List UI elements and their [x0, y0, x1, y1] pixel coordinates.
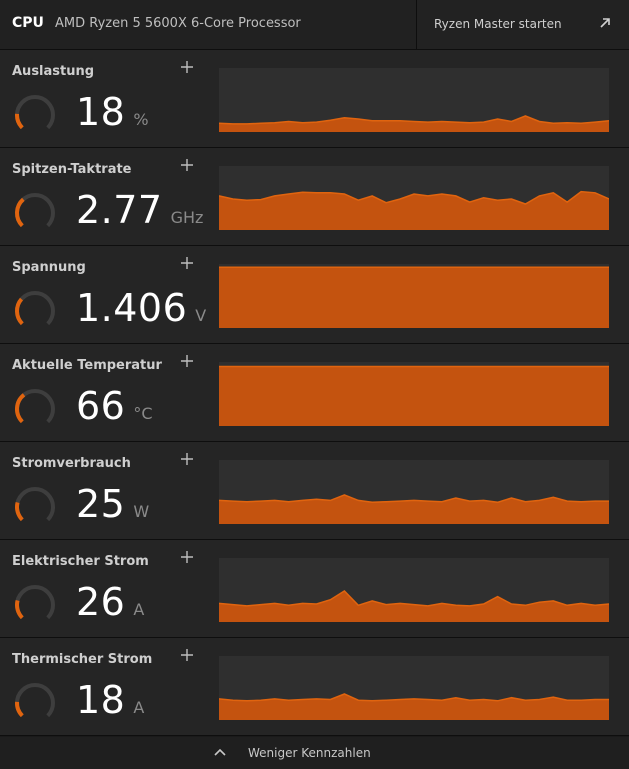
cpu-header: CPU AMD Ryzen 5 5600X 6-Core Processor R…: [0, 0, 629, 50]
gauge-track: [15, 291, 55, 326]
metric-value: 66: [76, 384, 126, 428]
gauge-icon: [15, 683, 55, 718]
metric-readout: 2.77 GHz: [76, 188, 203, 232]
history-graph: [219, 558, 609, 622]
metric-row-aktuelle-temperatur: Aktuelle Temperatur 66 °C: [0, 344, 629, 442]
metric-value: 18: [76, 90, 126, 134]
metric-row-spitzen-taktrate: Spitzen-Taktrate 2.77 GHz: [0, 148, 629, 246]
add-metric-icon[interactable]: [179, 157, 195, 173]
external-link-icon: [600, 18, 610, 28]
fewer-metrics-button[interactable]: Weniger Kennzahlen: [0, 737, 629, 769]
gauge-track: [15, 585, 55, 620]
fewer-metrics-label: Weniger Kennzahlen: [248, 746, 371, 760]
history-graph: [219, 362, 609, 426]
graph-area: [219, 191, 609, 230]
gauge-icon: [15, 95, 55, 130]
metric-unit: A: [133, 600, 145, 619]
add-metric-icon[interactable]: [179, 549, 195, 565]
add-metric-icon[interactable]: [179, 451, 195, 467]
history-graph: [219, 656, 609, 720]
metric-value: 1.406: [76, 286, 188, 330]
chevron-up-icon: [214, 748, 226, 756]
ryzen-master-button-label: Ryzen Master starten: [434, 17, 562, 31]
graph-area: [219, 267, 609, 328]
gauge-track: [15, 95, 55, 130]
gauge-level: [15, 393, 26, 424]
gauge-track: [15, 683, 55, 718]
gauge-level: [15, 502, 24, 522]
metric-row-spannung: Spannung 1.406 V: [0, 246, 629, 344]
metric-readout: 25 W: [76, 482, 149, 526]
gauge-icon: [15, 487, 55, 522]
metric-readout: 18 A: [76, 678, 144, 722]
history-graph: [219, 166, 609, 230]
metric-unit: GHz: [170, 208, 204, 227]
metric-label: Stromverbrauch: [12, 456, 131, 471]
gauge-icon: [15, 193, 55, 228]
metric-row-elektrischer-strom: Elektrischer Strom 26 A: [0, 540, 629, 638]
gauge-icon: [15, 291, 55, 326]
metric-unit: A: [133, 698, 145, 717]
section-title: CPU: [12, 15, 44, 31]
metric-readout: 66 °C: [76, 384, 153, 428]
add-metric-icon[interactable]: [179, 255, 195, 271]
gauge-track: [15, 487, 55, 522]
add-metric-icon[interactable]: [179, 647, 195, 663]
metric-value: 2.77: [76, 188, 163, 232]
metric-value: 18: [76, 678, 126, 722]
graph-area: [219, 366, 609, 426]
metric-readout: 18%: [76, 90, 149, 134]
gauge-level: [15, 113, 24, 130]
metric-label: Spannung: [12, 260, 86, 275]
ryzen-master-button[interactable]: Ryzen Master starten: [416, 0, 629, 49]
metric-label: Aktuelle Temperatur: [12, 358, 162, 373]
metric-unit: %: [133, 110, 149, 129]
add-metric-icon[interactable]: [179, 353, 195, 369]
metric-label: Elektrischer Strom: [12, 554, 149, 569]
metric-readout: 26 A: [76, 580, 144, 624]
metric-label: Thermischer Strom: [12, 652, 153, 667]
metric-value: 26: [76, 580, 126, 624]
add-metric-icon[interactable]: [179, 59, 195, 75]
metric-readout: 1.406 V: [76, 286, 206, 330]
gauge-level: [15, 701, 24, 718]
metric-value: 25: [76, 482, 126, 526]
metric-row-thermischer-strom: Thermischer Strom 18 A: [0, 638, 629, 736]
graph-area: [219, 115, 609, 132]
metric-row-auslastung: Auslastung 18%: [0, 50, 629, 148]
metric-unit: °C: [133, 404, 153, 423]
gauge-level: [15, 197, 25, 228]
processor-name: AMD Ryzen 5 5600X 6-Core Processor: [55, 16, 301, 31]
history-graph: [219, 264, 609, 328]
gauge-icon: [15, 585, 55, 620]
metric-label: Auslastung: [12, 64, 95, 79]
metric-label: Spitzen-Taktrate: [12, 162, 132, 177]
gauge-level: [15, 600, 24, 620]
metric-unit: V: [195, 306, 207, 325]
graph-area: [219, 591, 609, 622]
metric-unit: W: [133, 502, 150, 521]
graph-area: [219, 494, 609, 524]
history-graph: [219, 68, 609, 132]
gauge-level: [15, 297, 24, 326]
metric-row-stromverbrauch: Stromverbrauch 25 W: [0, 442, 629, 540]
history-graph: [219, 460, 609, 524]
gauge-icon: [15, 389, 55, 424]
